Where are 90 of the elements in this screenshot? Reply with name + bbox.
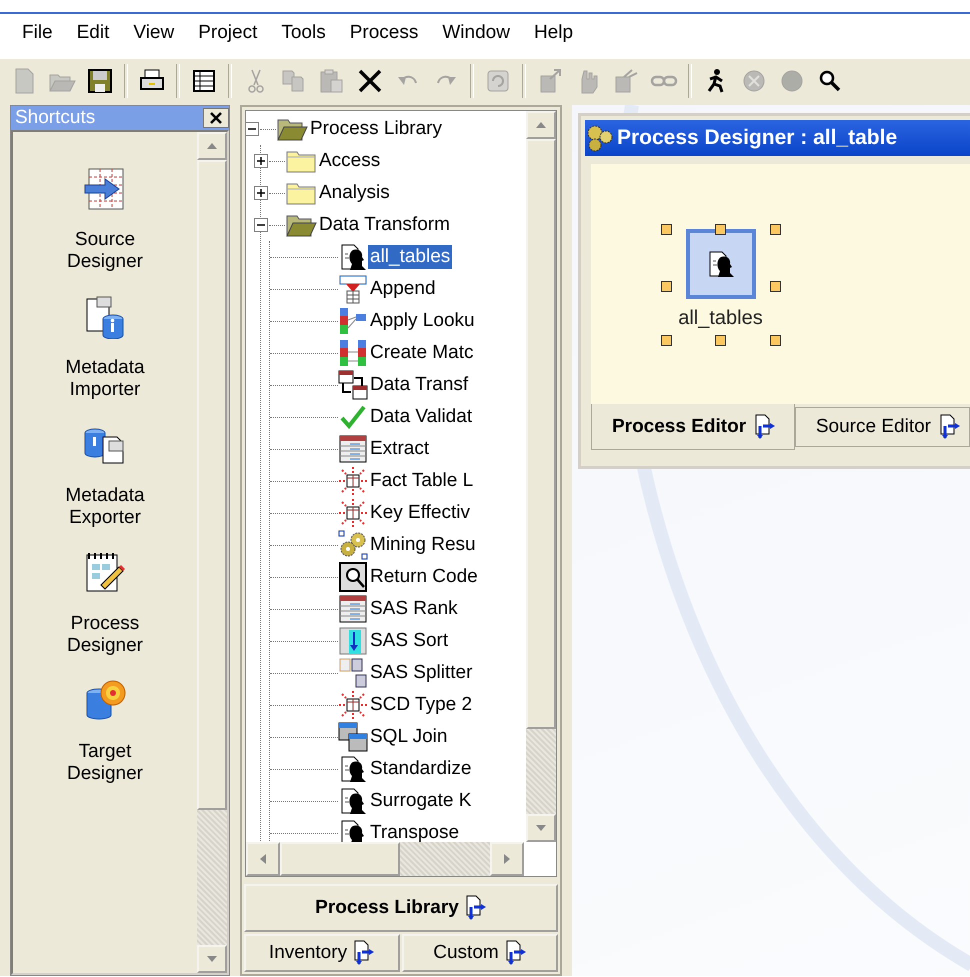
menu-item[interactable]: Tools xyxy=(269,22,338,44)
gears-icon xyxy=(338,530,368,560)
window-title: Process Designer : all_table xyxy=(617,126,898,150)
menu-item[interactable]: File xyxy=(10,22,65,44)
tree-item[interactable]: SCD Type 2 xyxy=(368,693,474,717)
resize-handle[interactable] xyxy=(770,281,780,292)
close-icon[interactable] xyxy=(209,111,223,125)
menu-item[interactable]: Edit xyxy=(64,22,122,44)
tree-item[interactable]: Data Transf xyxy=(368,373,470,397)
table-star-icon xyxy=(338,690,368,720)
table-arrow-icon xyxy=(338,274,368,304)
magnifier-table-icon xyxy=(338,562,368,592)
gears-icon xyxy=(585,123,615,153)
tree-item[interactable]: SQL Join xyxy=(368,725,450,749)
joined-tables-icon xyxy=(338,722,368,752)
resize-handle[interactable] xyxy=(660,224,672,235)
resize-handle[interactable] xyxy=(770,224,780,235)
tree-item[interactable]: Access xyxy=(317,149,382,173)
tree-item[interactable]: Key Effectiv xyxy=(368,501,472,525)
tree-item[interactable]: Create Matc xyxy=(368,341,476,365)
shortcut-label[interactable]: Metadata Importer xyxy=(45,357,165,401)
delete-icon[interactable] xyxy=(356,67,384,95)
shortcut-label[interactable]: Target Designer xyxy=(45,741,165,785)
tree-item[interactable]: Analysis xyxy=(317,181,392,205)
panel-title: Shortcuts xyxy=(15,107,96,129)
match-bars-icon xyxy=(338,338,368,368)
scrollbar[interactable] xyxy=(197,132,227,973)
collapse-icon[interactable] xyxy=(246,121,260,137)
tree-item[interactable]: Append xyxy=(368,277,438,301)
tables-exchange-icon xyxy=(338,370,368,400)
document-arrow-icon xyxy=(353,940,376,966)
tree-item[interactable]: Data Validat xyxy=(368,405,474,429)
tree-item[interactable]: Surrogate K xyxy=(368,789,474,813)
resize-handle[interactable] xyxy=(770,335,780,346)
tree-item[interactable]: Extract xyxy=(368,437,432,461)
tree-item[interactable]: Standardize xyxy=(368,757,474,781)
panel-tab[interactable]: Custom xyxy=(402,934,558,972)
resize-handle[interactable] xyxy=(660,281,672,292)
tree-item[interactable]: Transpose xyxy=(368,821,462,842)
document-arrow-icon xyxy=(504,940,527,966)
close-button[interactable] xyxy=(203,108,229,128)
node-label: all_tables xyxy=(678,307,763,330)
menu-item[interactable]: Window xyxy=(430,22,522,44)
menu-item[interactable]: View xyxy=(121,22,186,44)
table-icon xyxy=(338,434,368,464)
tree-item[interactable]: Return Code xyxy=(368,565,480,589)
tree-item[interactable]: SAS Splitter xyxy=(368,661,474,685)
scrollbar[interactable] xyxy=(246,842,524,876)
expand-icon[interactable] xyxy=(253,185,269,201)
table-star-icon xyxy=(338,498,368,528)
menu-item[interactable]: Process xyxy=(338,22,430,44)
shortcut-label[interactable]: Metadata Exporter xyxy=(45,485,165,529)
panel-tab[interactable]: Inventory xyxy=(244,934,400,972)
menu-item[interactable]: Help xyxy=(522,22,586,44)
editor-tab[interactable]: Source Editor xyxy=(794,407,970,447)
lookup-bars-icon xyxy=(338,306,368,336)
document-arrow-icon xyxy=(464,895,487,921)
tree-item[interactable]: Mining Resu xyxy=(368,533,478,557)
scrollbar[interactable] xyxy=(526,111,556,842)
collapse-icon[interactable] xyxy=(253,217,269,233)
table-star-icon xyxy=(338,466,368,496)
table-icon[interactable] xyxy=(190,67,218,95)
scroll-up-icon[interactable] xyxy=(535,121,547,129)
save-icon[interactable] xyxy=(86,67,114,95)
menu-item[interactable]: Project xyxy=(186,22,270,44)
shortcut-label[interactable]: Source Designer xyxy=(45,229,165,273)
tree-item[interactable]: all_tables xyxy=(368,245,452,269)
document-arrow-icon xyxy=(939,414,961,440)
scroll-down-icon[interactable] xyxy=(535,824,547,832)
resize-handle[interactable] xyxy=(660,335,672,346)
editor-tab[interactable]: Process Editor xyxy=(591,404,795,450)
panel-tab[interactable]: Process Library xyxy=(244,884,558,932)
tree-item[interactable]: SAS Rank xyxy=(368,597,460,621)
split-tables-icon xyxy=(338,658,368,688)
process-node[interactable] xyxy=(686,229,756,299)
scroll-right-icon[interactable] xyxy=(503,853,511,865)
tree-item[interactable]: Process Library xyxy=(308,117,444,141)
document-arrow-icon xyxy=(754,414,776,440)
tree-item[interactable]: Data Transform xyxy=(317,213,452,237)
tree-item[interactable]: SAS Sort xyxy=(368,629,450,653)
tree-item[interactable]: Fact Table L xyxy=(368,469,476,493)
resize-handle[interactable] xyxy=(714,224,726,235)
scroll-left-icon[interactable] xyxy=(259,853,267,865)
scroll-up-icon[interactable] xyxy=(206,142,218,150)
expand-icon[interactable] xyxy=(253,153,269,169)
shortcut-label[interactable]: Process Designer xyxy=(45,613,165,657)
scroll-down-icon[interactable] xyxy=(206,955,218,963)
tree-item[interactable]: Apply Looku xyxy=(368,309,477,333)
resize-handle[interactable] xyxy=(714,335,726,346)
table-icon xyxy=(338,594,368,624)
